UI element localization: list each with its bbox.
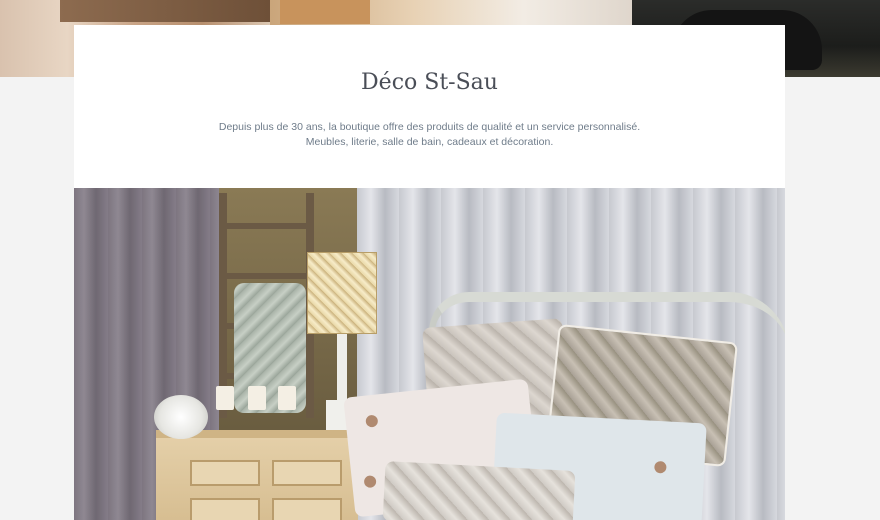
hero-drawer — [190, 498, 260, 520]
intro-card: Déco St-Sau Depuis plus de 30 ans, la bo… — [74, 25, 785, 188]
hero-drawer — [272, 460, 342, 486]
hero-drawer — [190, 460, 260, 486]
hero-candles — [216, 380, 296, 410]
hero-pillow — [382, 461, 576, 520]
hero-decor-flower — [154, 395, 208, 439]
hero-pillow-button — [365, 414, 379, 428]
hero-pillow-button — [654, 460, 667, 474]
hero-drawer — [272, 498, 342, 520]
intro-line-1: Depuis plus de 30 ans, la boutique offre… — [218, 121, 641, 133]
hero-bedroom-photo — [74, 188, 785, 520]
hero-pillow-button — [363, 475, 377, 489]
intro-line-2: Meubles, literie, salle de bain, cadeaux… — [305, 136, 554, 148]
hero-lampshade — [307, 252, 377, 334]
intro-description: Depuis plus de 30 ans, la boutique offre… — [74, 120, 785, 150]
page-title: Déco St-Sau — [361, 70, 498, 95]
hero-nightstand — [156, 430, 358, 520]
